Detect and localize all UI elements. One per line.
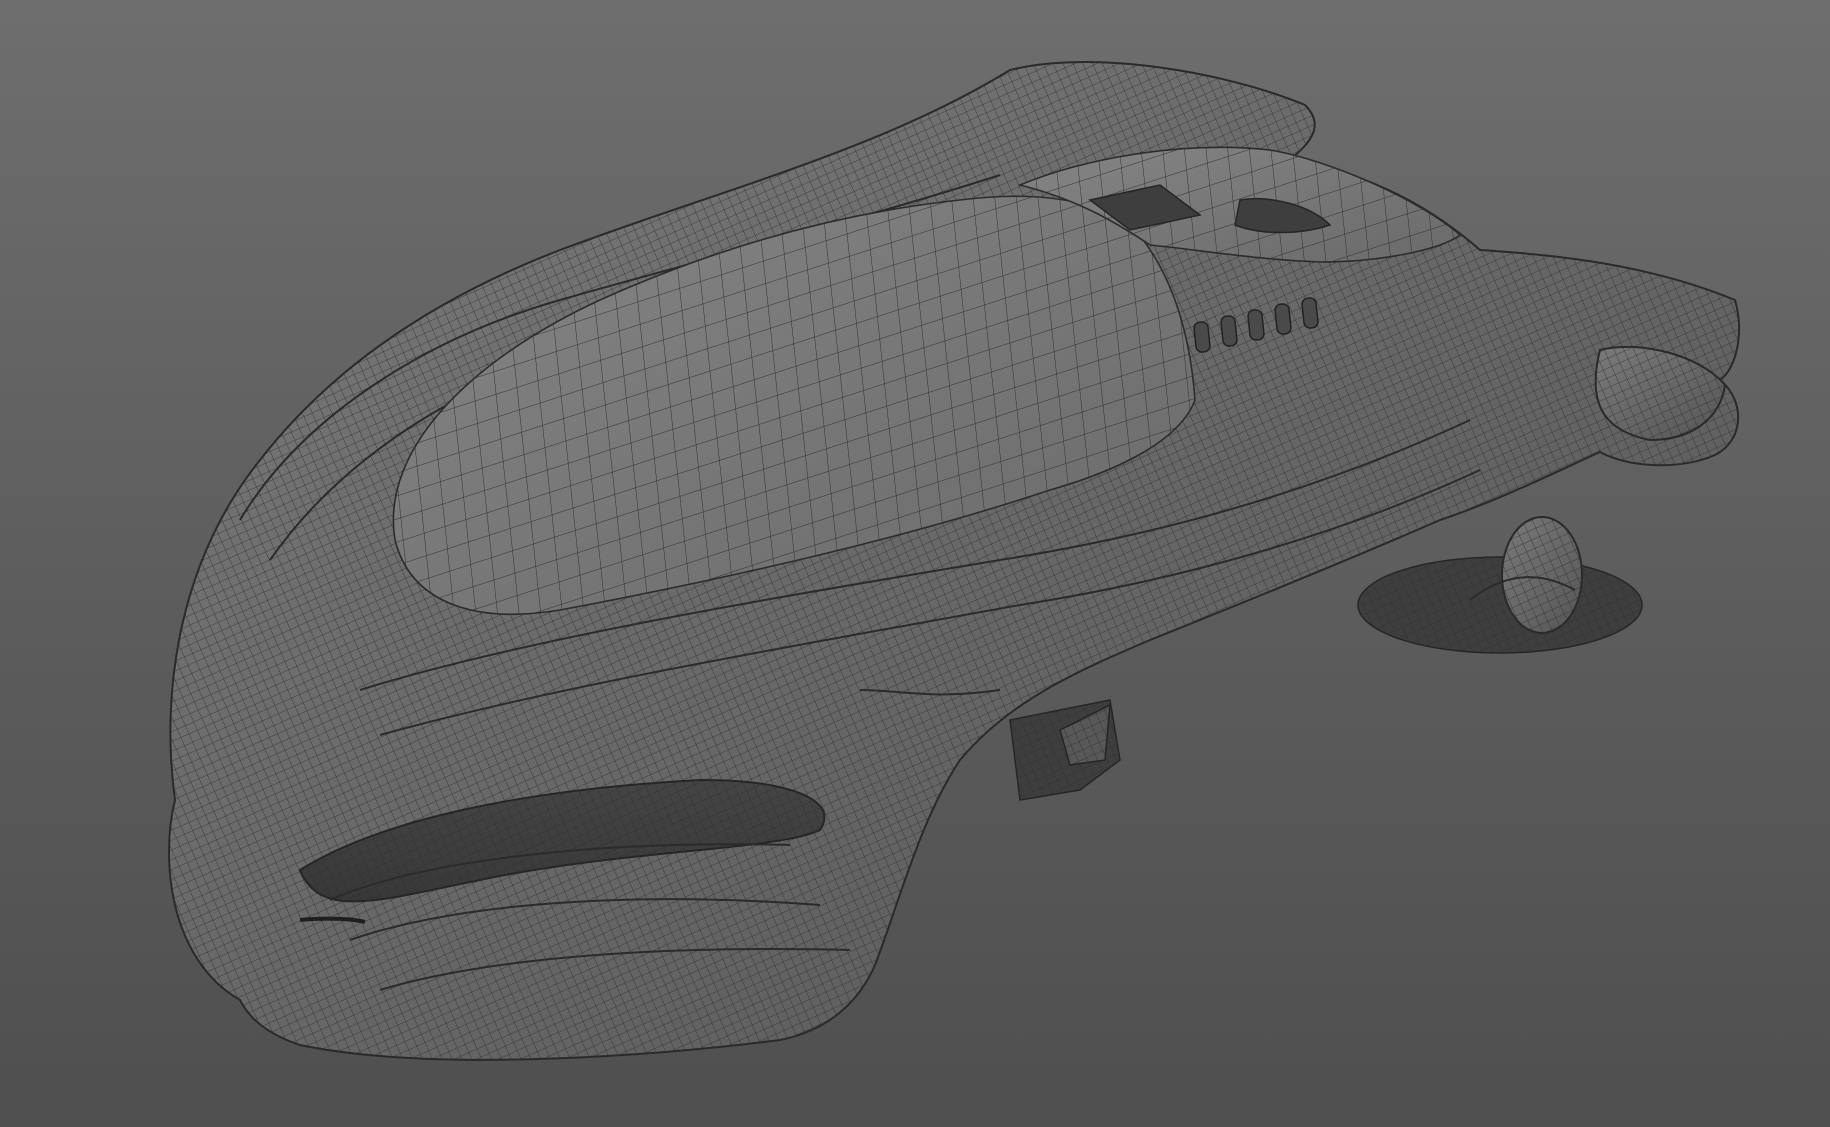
- side-hatch: [1009, 699, 1121, 801]
- 3d-viewport[interactable]: [0, 0, 1830, 1127]
- wireframe-model-view[interactable]: [0, 0, 1830, 1127]
